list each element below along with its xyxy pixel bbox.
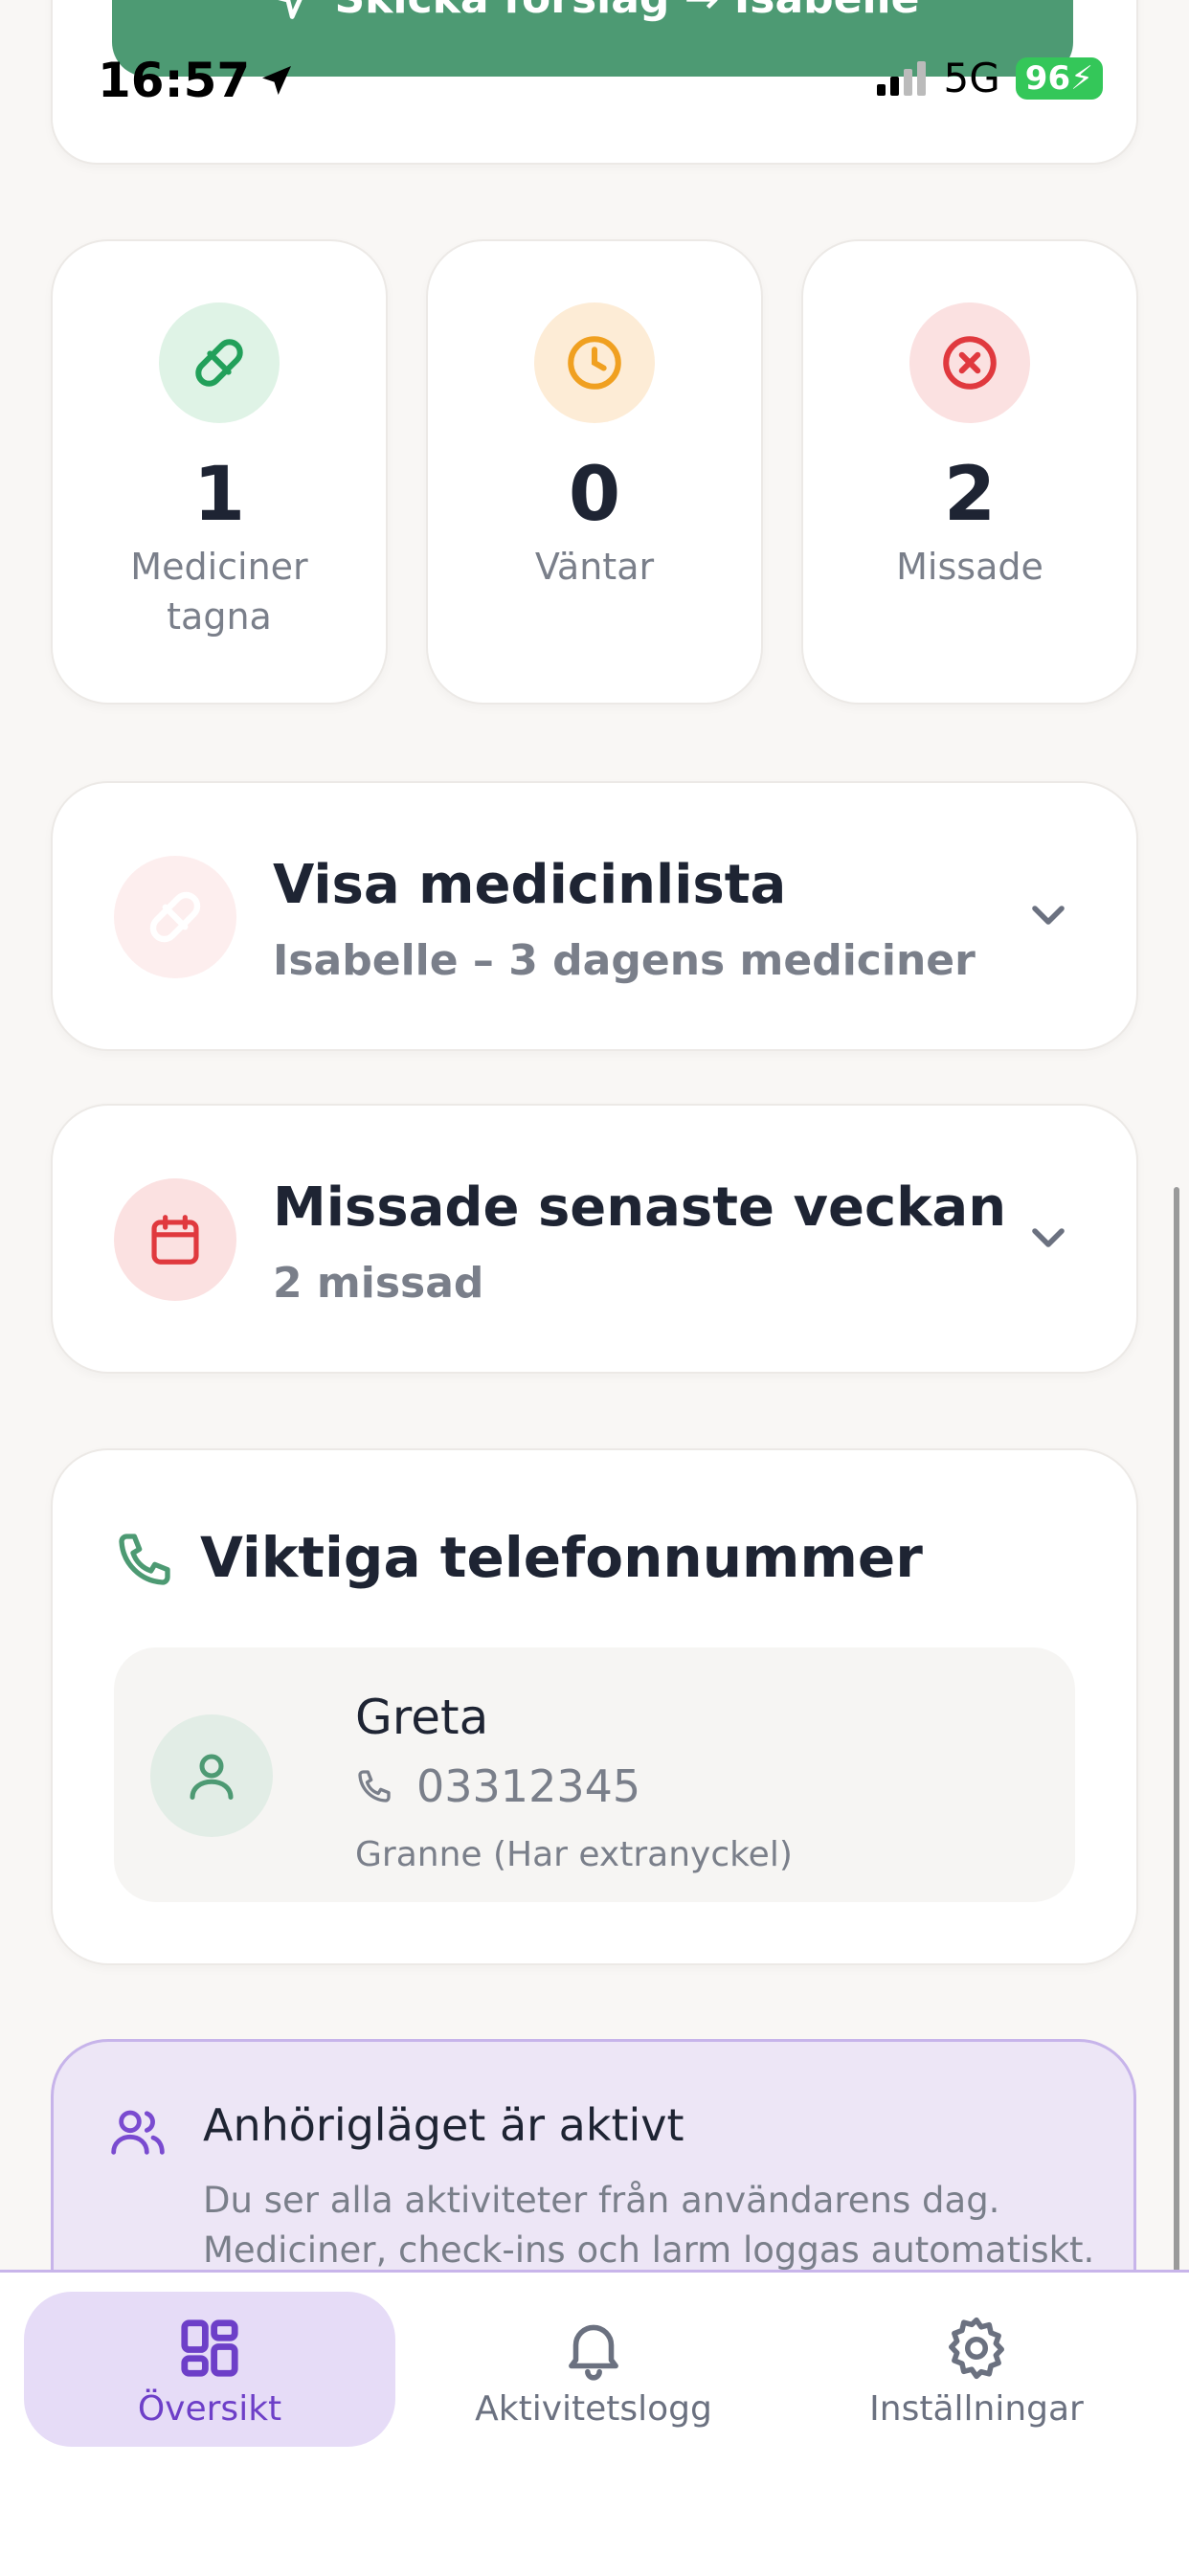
medicine-list-toggle[interactable]: Visa medicinlista Isabelle – 3 dagens me… (51, 781, 1138, 1051)
calendar-icon (114, 1178, 236, 1301)
phone-icon (119, 1534, 170, 1585)
stat-missed-card: 2 Missade (801, 239, 1138, 705)
bell-icon (569, 2324, 618, 2381)
signal-icon (876, 60, 926, 96)
contact-card[interactable]: Greta 03312345 Granne (Har extranyckel) (114, 1647, 1075, 1902)
contact-name: Greta (355, 1690, 489, 1745)
status-time: 16:57 (98, 53, 296, 108)
pill-icon (159, 302, 280, 423)
banner-title: Anhörigläget är aktivt (203, 2099, 684, 2151)
tab-settings-label: Inställningar (869, 2389, 1084, 2429)
medicine-list-subtitle: Isabelle – 3 dagens mediciner (273, 936, 976, 985)
contact-phone[interactable]: 03312345 (355, 1760, 640, 1812)
phone-numbers-card: Viktiga telefonnummer Greta 03312345 Gra… (51, 1448, 1138, 1965)
missed-week-toggle[interactable]: Missade senaste veckan 2 missad (51, 1104, 1138, 1374)
stat-missed-label: Missade (896, 546, 1043, 588)
network-label: 5G (943, 55, 1000, 101)
missed-week-title: Missade senaste veckan (273, 1176, 1007, 1239)
stat-taken-value: 1 (192, 452, 246, 538)
clock-icon (534, 302, 655, 423)
stat-waiting-label: Väntar (534, 546, 655, 588)
contact-phone-number: 03312345 (416, 1760, 641, 1812)
banner-text: Du ser alla aktiviteter från användarens… (203, 2180, 1095, 2271)
stat-waiting-value: 0 (568, 452, 621, 538)
gear-icon (949, 2317, 1004, 2380)
x-circle-icon (909, 302, 1030, 423)
tab-overview[interactable]: Översikt (24, 2292, 395, 2447)
tab-settings[interactable]: Inställningar (804, 2292, 1149, 2447)
phone-numbers-title: Viktiga telefonnummer (200, 1525, 923, 1590)
location-arrow-icon (262, 66, 292, 95)
send-icon (278, 0, 303, 19)
battery-indicator: 96⚡ (1015, 56, 1103, 100)
relatives-mode-banner: Anhörigläget är aktivt Du ser alla aktiv… (51, 2039, 1136, 2291)
missed-week-subtitle: 2 missad (273, 1259, 484, 1308)
person-icon (150, 1714, 273, 1837)
contact-note: Granne (Har extranyckel) (355, 1835, 793, 1874)
stat-taken-card: 1 Mediciner tagna (51, 239, 388, 705)
phone-icon (358, 1770, 391, 1803)
pill-icon (114, 856, 236, 978)
chevron-down-icon (1032, 906, 1065, 925)
tab-activity-log[interactable]: Aktivitetslogg (421, 2292, 766, 2447)
users-icon (111, 2110, 165, 2155)
dashboard-icon (181, 2319, 238, 2377)
medicine-list-title: Visa medicinlista (273, 854, 787, 916)
scrollbar[interactable] (1174, 1187, 1179, 2274)
status-indicators: 5G 96⚡ (875, 55, 1103, 101)
chevron-down-icon (1032, 1228, 1065, 1247)
tab-activity-log-label: Aktivitetslogg (475, 2389, 712, 2429)
stat-waiting-card: 0 Väntar (426, 239, 763, 705)
stat-taken-label: Mediciner tagna (130, 546, 308, 638)
bottom-nav: Översikt Aktivitetslogg Inställningar (0, 2270, 1189, 2576)
tab-overview-label: Översikt (137, 2389, 282, 2429)
stat-missed-value: 2 (943, 452, 997, 538)
send-suggestion-label: Skicka förslag → Isabelle (334, 0, 919, 23)
